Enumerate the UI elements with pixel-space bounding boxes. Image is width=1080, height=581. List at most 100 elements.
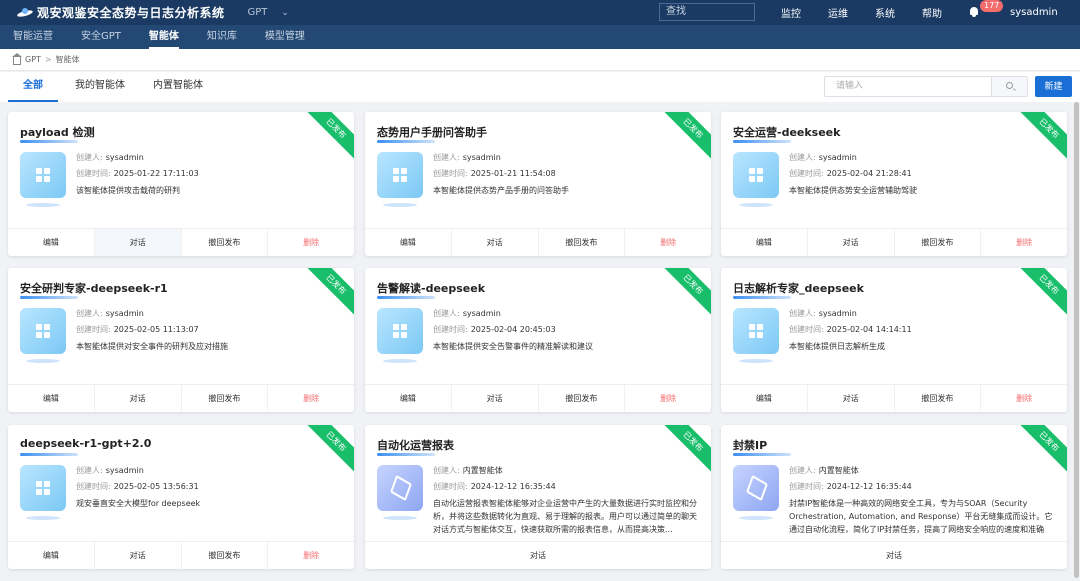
tab-my-agents[interactable]: 我的智能体 bbox=[72, 72, 128, 102]
agent-created-time: 创建时间: 2025-02-04 20:45:03 bbox=[433, 324, 556, 335]
agent-card[interactable]: 告警解读-deepseek 已发布 创建人: sysadmin 创建时间: 2025-02… bbox=[365, 268, 711, 412]
chat-button[interactable]: 对话 bbox=[94, 229, 182, 256]
published-ribbon: 已发布 bbox=[303, 425, 354, 474]
avatar-shadow bbox=[383, 203, 417, 207]
chat-button[interactable]: 对话 bbox=[365, 542, 711, 569]
chat-button[interactable]: 对话 bbox=[452, 229, 539, 256]
delete-button[interactable]: 删除 bbox=[625, 385, 711, 412]
created-time-label: 创建时间: bbox=[433, 482, 468, 491]
chat-button[interactable]: 对话 bbox=[808, 229, 895, 256]
agent-created-time: 创建时间: 2024-12-12 16:35:44 bbox=[789, 481, 912, 492]
published-ribbon: 已发布 bbox=[303, 112, 354, 161]
top-nav: 监控 运维 系统 帮助 bbox=[781, 0, 969, 25]
agent-card[interactable]: payload 检测 已发布 创建人: sysadmin 创建时间: 2025-01-22… bbox=[8, 112, 354, 256]
agent-created-time: 创建时间: 2025-02-05 13:56:31 bbox=[76, 481, 199, 492]
search-button[interactable] bbox=[991, 76, 1028, 97]
module-nav-gpt[interactable]: 安全GPT bbox=[81, 25, 121, 49]
agent-card[interactable]: deepseek-r1-gpt+2.0 已发布 创建人: sysadmin 创建时间: 2… bbox=[8, 425, 354, 569]
scrollbar-thumb[interactable] bbox=[1074, 102, 1079, 578]
unpublish-button[interactable]: 撤回发布 bbox=[182, 229, 269, 256]
agent-card-title: 告警解读-deepseek bbox=[377, 282, 486, 295]
title-underline bbox=[20, 453, 78, 456]
agent-creator: 创建人: 内置智能体 bbox=[789, 465, 859, 476]
agent-avatar bbox=[377, 308, 423, 354]
agent-card[interactable]: 封禁IP 已发布 创建人: 内置智能体 创建时间: 2024-12-12 16:35:44… bbox=[721, 425, 1067, 569]
published-ribbon: 已发布 bbox=[1016, 425, 1067, 474]
breadcrumb-gpt[interactable]: GPT bbox=[25, 55, 41, 64]
chat-button[interactable]: 对话 bbox=[808, 385, 895, 412]
unpublish-button[interactable]: 撤回发布 bbox=[539, 229, 626, 256]
edit-button[interactable]: 编辑 bbox=[8, 229, 95, 256]
tab-all[interactable]: 全部 bbox=[8, 72, 58, 102]
agent-avatar bbox=[20, 152, 66, 198]
title-underline bbox=[377, 140, 435, 143]
tab-builtin-agents[interactable]: 内置智能体 bbox=[150, 72, 206, 102]
chat-button[interactable]: 对话 bbox=[95, 385, 182, 412]
top-search-input[interactable]: 查找 bbox=[659, 3, 755, 21]
agent-card-actions: 编辑 对话 撤回发布 删除 bbox=[365, 384, 711, 412]
agent-card-title: 自动化运营报表 bbox=[377, 439, 454, 452]
created-time-label: 创建时间: bbox=[433, 169, 468, 178]
agent-card-actions: 编辑 对话 撤回发布 删除 bbox=[8, 541, 354, 569]
title-underline bbox=[733, 296, 791, 299]
delete-button[interactable]: 删除 bbox=[268, 385, 354, 412]
edit-button[interactable]: 编辑 bbox=[365, 385, 452, 412]
module-nav-agents[interactable]: 智能体 bbox=[148, 25, 179, 49]
agent-search-input[interactable]: 请输入 bbox=[824, 76, 992, 97]
agent-card-title: payload 检测 bbox=[20, 126, 95, 139]
creator-label: 创建人: bbox=[76, 153, 103, 162]
delete-button[interactable]: 删除 bbox=[268, 542, 354, 569]
agent-card[interactable]: 自动化运营报表 已发布 创建人: 内置智能体 创建时间: 2024-12-12 16:35… bbox=[365, 425, 711, 569]
chat-button[interactable]: 对话 bbox=[95, 542, 182, 569]
agent-creator: 创建人: sysadmin bbox=[433, 152, 501, 163]
creator-value: sysadmin bbox=[462, 309, 501, 318]
edit-button[interactable]: 编辑 bbox=[8, 385, 95, 412]
agent-card[interactable]: 态势用户手册问答助手 已发布 创建人: sysadmin 创建时间: 2025-01-21… bbox=[365, 112, 711, 256]
agent-card[interactable]: 日志解析专家_deepseek 已发布 创建人: sysadmin 创建时间: 2025-… bbox=[721, 268, 1067, 412]
delete-button[interactable]: 删除 bbox=[268, 229, 354, 256]
title-underline bbox=[20, 140, 78, 143]
title-underline bbox=[377, 296, 435, 299]
module-select[interactable]: GPT ⌄ bbox=[248, 7, 289, 18]
top-nav-monitor[interactable]: 监控 bbox=[781, 5, 801, 20]
agent-card[interactable]: 安全运营-deekseek 已发布 创建人: sysadmin 创建时间: 2025-02… bbox=[721, 112, 1067, 256]
module-nav-knowledge[interactable]: 知识库 bbox=[207, 25, 237, 49]
edit-button[interactable]: 编辑 bbox=[721, 385, 808, 412]
delete-button[interactable]: 删除 bbox=[981, 385, 1067, 412]
delete-button[interactable]: 删除 bbox=[981, 229, 1067, 256]
chat-button[interactable]: 对话 bbox=[452, 385, 539, 412]
user-menu[interactable]: sysadmin bbox=[1010, 0, 1058, 25]
top-nav-help[interactable]: 帮助 bbox=[922, 5, 942, 20]
agent-avatar bbox=[20, 465, 66, 511]
unpublish-button[interactable]: 撤回发布 bbox=[895, 229, 982, 256]
edit-button[interactable]: 编辑 bbox=[721, 229, 808, 256]
created-time-label: 创建时间: bbox=[789, 169, 824, 178]
module-nav-ops[interactable]: 智能运营 bbox=[13, 25, 53, 49]
agent-created-time: 创建时间: 2025-01-22 17:11:03 bbox=[76, 168, 199, 179]
unpublish-button[interactable]: 撤回发布 bbox=[182, 385, 269, 412]
app-logo[interactable]: 观安观鉴安全态势与日志分析系统 bbox=[17, 4, 225, 21]
bell-icon[interactable] bbox=[968, 6, 980, 18]
chat-button[interactable]: 对话 bbox=[721, 542, 1067, 569]
top-nav-system[interactable]: 系统 bbox=[875, 5, 895, 20]
unpublish-button[interactable]: 撤回发布 bbox=[539, 385, 626, 412]
avatar-shadow bbox=[739, 203, 773, 207]
edit-button[interactable]: 编辑 bbox=[365, 229, 452, 256]
unpublish-button[interactable]: 撤回发布 bbox=[182, 542, 269, 569]
delete-button[interactable]: 删除 bbox=[625, 229, 711, 256]
creator-value: sysadmin bbox=[818, 309, 857, 318]
module-nav-models[interactable]: 模型管理 bbox=[265, 25, 305, 49]
agent-card[interactable]: 安全研判专家-deepseek-r1 已发布 创建人: sysadmin 创建时间: 20… bbox=[8, 268, 354, 412]
created-time-value: 2025-02-04 20:45:03 bbox=[470, 325, 556, 334]
avatar-shadow bbox=[739, 359, 773, 363]
created-time-value: 2025-02-05 11:13:07 bbox=[113, 325, 199, 334]
published-ribbon: 已发布 bbox=[660, 425, 711, 474]
published-ribbon: 已发布 bbox=[1016, 268, 1067, 317]
edit-button[interactable]: 编辑 bbox=[8, 542, 95, 569]
agent-card-title: 安全运营-deekseek bbox=[733, 126, 841, 139]
avatar-shadow bbox=[26, 359, 60, 363]
top-nav-ops[interactable]: 运维 bbox=[828, 5, 848, 20]
created-time-label: 创建时间: bbox=[789, 325, 824, 334]
new-agent-button[interactable]: 新建 bbox=[1035, 76, 1072, 97]
unpublish-button[interactable]: 撤回发布 bbox=[895, 385, 982, 412]
